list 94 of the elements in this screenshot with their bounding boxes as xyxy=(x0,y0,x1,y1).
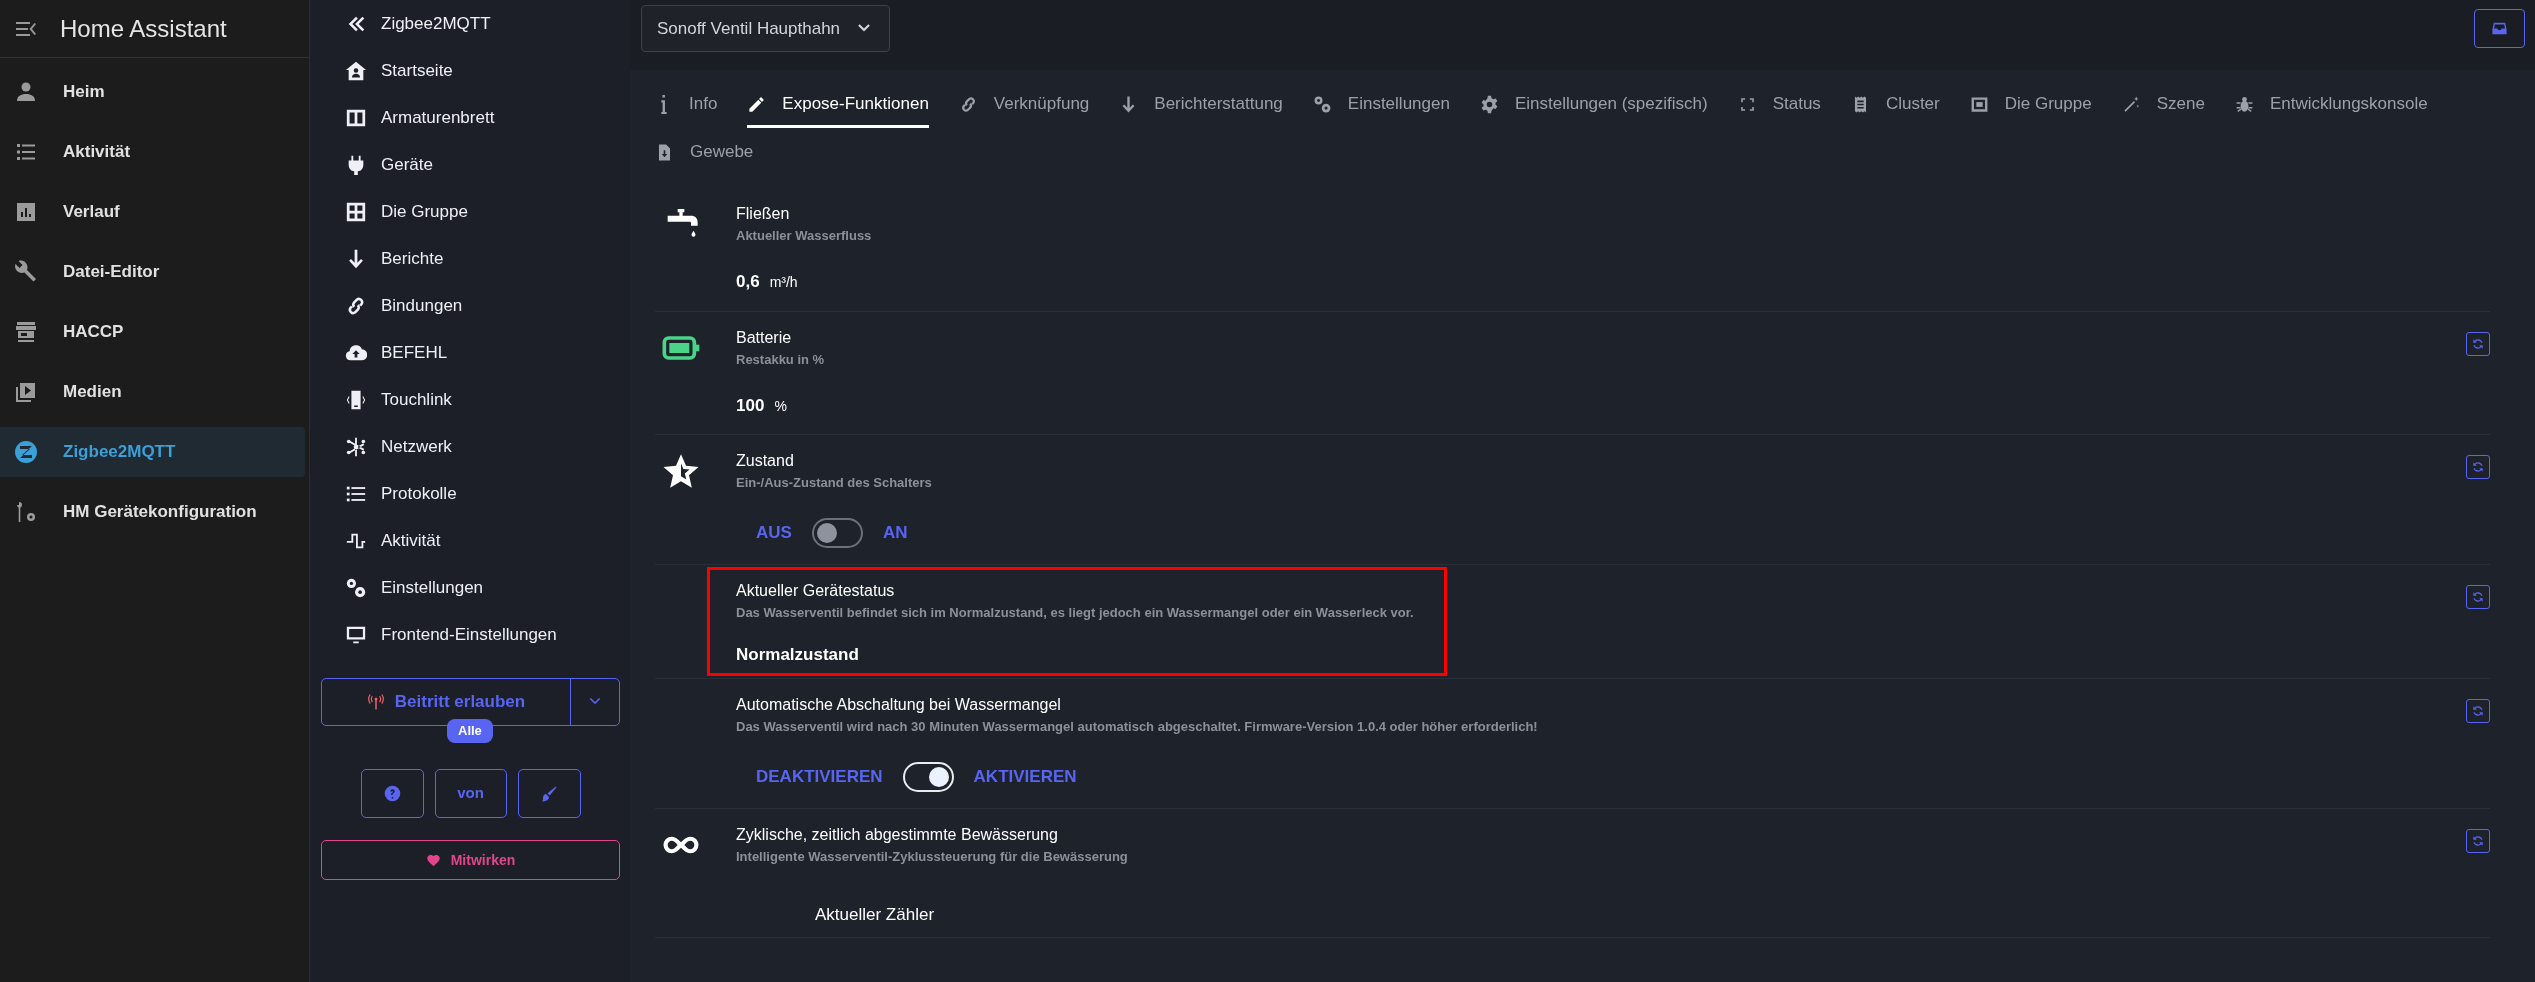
gears-icon xyxy=(1312,94,1332,114)
feature-title: Automatische Abschaltung bei Wassermangel xyxy=(736,694,1062,715)
heart-icon xyxy=(425,852,441,868)
refresh-icon xyxy=(2471,460,2485,474)
sidebar-item[interactable]: Zigbee2MQTT xyxy=(0,427,305,477)
network-icon xyxy=(345,435,367,458)
value-text: 100 xyxy=(736,394,765,417)
refresh-button[interactable] xyxy=(2466,698,2490,723)
feature-description: Das Wasserventil wird nach 30 Minuten Wassermangel automatisch abgeschaltet. Firmware-Version 1.0.4 oder höher erforderlich! xyxy=(736,717,1538,736)
sidebar-item[interactable]: HACCP xyxy=(0,307,305,357)
refresh-button[interactable] xyxy=(2466,585,2490,609)
grid-icon xyxy=(345,200,367,223)
bug-icon xyxy=(2234,94,2254,114)
refresh-icon xyxy=(2471,703,2485,718)
nav-item[interactable]: Die Gruppe xyxy=(319,188,620,235)
refresh-icon xyxy=(2471,590,2485,604)
gear-icon xyxy=(1479,94,1499,114)
wand-icon xyxy=(2121,94,2141,114)
nav-item[interactable]: Berichte xyxy=(319,235,620,282)
value-text: Normalzustand xyxy=(736,644,860,666)
tab[interactable]: Gewebe xyxy=(655,128,754,176)
help-icon xyxy=(383,785,401,802)
nav-item[interactable]: Touchlink xyxy=(319,376,620,423)
nav-item[interactable]: Geräte xyxy=(319,141,620,188)
sidebar-item[interactable]: Medien xyxy=(0,367,305,417)
zigbee-icon xyxy=(14,440,38,464)
inbox-icon xyxy=(2491,20,2508,37)
device-select[interactable]: Sonoff Ventil Haupthahn xyxy=(641,5,891,52)
toggle-switch[interactable] xyxy=(811,518,863,548)
tab[interactable]: Berichterstattung xyxy=(1119,80,1283,128)
tab[interactable]: Cluster xyxy=(1850,80,1940,128)
feature-description: Restakku in % xyxy=(736,350,825,369)
tools-icon xyxy=(14,500,38,524)
tab[interactable]: Einstellungen xyxy=(1312,80,1450,128)
feature-description: Ein-/Aus-Zustand des Schalters xyxy=(736,474,932,492)
tab[interactable]: Status xyxy=(1737,80,1821,128)
chart-icon xyxy=(14,200,38,224)
tab[interactable]: Verknüpfung xyxy=(958,80,1090,128)
inbox-button[interactable] xyxy=(2474,9,2525,48)
feature-title: Fließen xyxy=(736,204,791,224)
badge: Alle xyxy=(447,719,493,743)
nav-item[interactable]: Startseite xyxy=(319,47,620,94)
brush-icon xyxy=(540,784,558,803)
phone-vibrate-icon xyxy=(345,388,367,411)
tab[interactable]: Info xyxy=(655,80,718,128)
help-button[interactable] xyxy=(360,769,424,818)
feature-description: Das Wasserventil befindet sich im Normalzustand, es liegt jedoch ein Wassermangel oder ein Wasserleck vor. xyxy=(736,604,1414,622)
nav-item[interactable]: Bindungen xyxy=(319,282,620,329)
sidebar-item[interactable]: HM Gerätekonfiguration xyxy=(0,487,305,537)
media-icon xyxy=(14,380,38,404)
refresh-button[interactable] xyxy=(2466,455,2490,479)
refresh-button[interactable] xyxy=(2466,828,2490,853)
sidebar-item[interactable]: Heim xyxy=(0,67,305,117)
nav-item[interactable]: BEFEHL xyxy=(319,329,620,376)
language-button[interactable]: von xyxy=(434,769,507,818)
tab[interactable]: Einstellungen (spezifisch) xyxy=(1479,80,1708,128)
tab[interactable]: Szene xyxy=(2121,80,2205,128)
gears-icon xyxy=(345,576,367,599)
nav-item[interactable]: Armaturenbrett xyxy=(319,94,620,141)
nav-item[interactable]: Netzwerk xyxy=(319,423,620,470)
feature-description: Aktueller Wasserfluss xyxy=(736,227,872,245)
tab[interactable]: Entwicklungskonsole xyxy=(2234,80,2428,128)
wrench-icon xyxy=(14,260,38,284)
contribute-button[interactable]: Mitwirken xyxy=(321,840,620,880)
nav-item[interactable]: Frontend-Einstellungen xyxy=(319,611,620,658)
sidebar-item[interactable]: Aktivität xyxy=(0,127,305,177)
feature-title: Zustand xyxy=(736,451,795,471)
info-icon xyxy=(661,94,667,114)
app-title: Home Assistant xyxy=(60,13,227,44)
refresh-icon xyxy=(2471,833,2485,848)
frame-icon xyxy=(1969,94,1989,114)
nav-item[interactable]: Aktivität xyxy=(319,517,620,564)
antenna-icon xyxy=(366,693,385,711)
sidebar-item[interactable]: Datei-Editor xyxy=(0,247,305,297)
feature-description: Intelligente Wasserventil-Zyklussteuerung für die Bewässerung xyxy=(736,847,1128,866)
tab[interactable]: Expose-Funktionen xyxy=(747,80,929,128)
back-link[interactable]: Zigbee2MQTT xyxy=(319,0,620,47)
store-icon xyxy=(14,320,38,344)
theme-button[interactable] xyxy=(517,769,581,818)
person-icon xyxy=(14,80,38,104)
sub-feature-title: Aktueller Zähler xyxy=(815,903,936,926)
nav-item[interactable]: Protokolle xyxy=(319,470,620,517)
value-text: 0,6 xyxy=(736,271,760,293)
house-icon xyxy=(345,59,367,82)
feature-title: Batterie xyxy=(736,327,793,348)
feature-title: Aktueller Gerätestatus xyxy=(736,581,896,601)
sidebar-item[interactable]: Verlauf xyxy=(0,187,305,237)
unit-text: % xyxy=(774,396,787,416)
tab[interactable]: Die Gruppe xyxy=(1969,80,2092,128)
refresh-button[interactable] xyxy=(2466,331,2490,356)
feature-title: Zyklische, zeitlich abgestimmte Bewässerung xyxy=(736,824,1059,845)
refresh-icon xyxy=(2471,336,2485,351)
nav-item[interactable]: Einstellungen xyxy=(319,564,620,611)
unit-text: m³/h xyxy=(769,273,798,292)
